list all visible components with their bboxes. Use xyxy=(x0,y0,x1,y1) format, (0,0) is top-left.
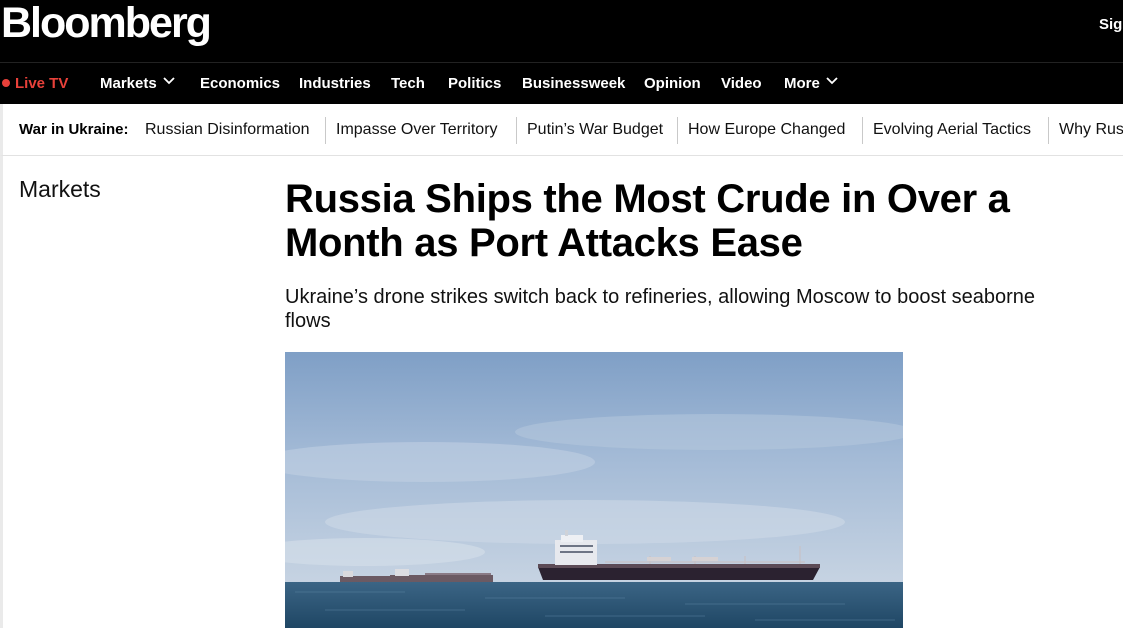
article-headline: Russia Ships the Most Crude in Over a Mo… xyxy=(285,177,1010,265)
nav-item-businessweek[interactable]: Businessweek xyxy=(522,63,625,105)
nav-label: More xyxy=(784,75,820,92)
divider xyxy=(516,117,517,144)
tankers-at-sea-photo xyxy=(285,352,903,628)
live-dot-icon xyxy=(2,79,10,87)
nav-label: Markets xyxy=(100,75,157,92)
topic-why-russia[interactable]: Why Rus xyxy=(1059,104,1123,156)
nav-item-more[interactable]: More xyxy=(784,63,838,105)
topic-impasse-over-territory[interactable]: Impasse Over Territory xyxy=(336,104,498,156)
chevron-down-icon xyxy=(163,77,175,85)
live-tv-link[interactable]: Live TV xyxy=(2,63,68,105)
topic-evolving-aerial-tactics[interactable]: Evolving Aerial Tactics xyxy=(873,104,1031,156)
section-label[interactable]: Markets xyxy=(19,176,101,203)
topic-how-europe-changed[interactable]: How Europe Changed xyxy=(688,104,845,156)
nav-item-markets[interactable]: Markets xyxy=(100,63,175,105)
nav-item-opinion[interactable]: Opinion xyxy=(644,63,701,105)
live-tv-label: Live TV xyxy=(15,75,69,92)
nav-item-industries[interactable]: Industries xyxy=(299,63,371,105)
topic-bar: War in Ukraine: Russian Disinformation I… xyxy=(0,104,1123,156)
topic-bar-label: War in Ukraine: xyxy=(19,121,129,138)
topic-russian-disinformation[interactable]: Russian Disinformation xyxy=(145,104,310,156)
nav-item-tech[interactable]: Tech xyxy=(391,63,425,105)
bloomberg-logo[interactable]: Bloomberg xyxy=(1,0,212,47)
topic-putins-war-budget[interactable]: Putin’s War Budget xyxy=(527,104,663,156)
nav-item-video[interactable]: Video xyxy=(721,63,762,105)
article-dek: Ukraine’s drone strikes switch back to r… xyxy=(285,286,1035,332)
hero-image xyxy=(285,352,903,628)
top-bar: Bloomberg Sign xyxy=(0,0,1123,62)
divider xyxy=(1048,117,1049,144)
divider xyxy=(325,117,326,144)
main-nav: Live TV Markets Economics Industries Tec… xyxy=(0,62,1123,104)
nav-item-politics[interactable]: Politics xyxy=(448,63,501,105)
chevron-down-icon xyxy=(826,77,838,85)
sign-in-link[interactable]: Sign xyxy=(1099,16,1123,33)
divider xyxy=(862,117,863,144)
divider xyxy=(677,117,678,144)
nav-item-economics[interactable]: Economics xyxy=(200,63,280,105)
left-rule xyxy=(0,156,3,628)
